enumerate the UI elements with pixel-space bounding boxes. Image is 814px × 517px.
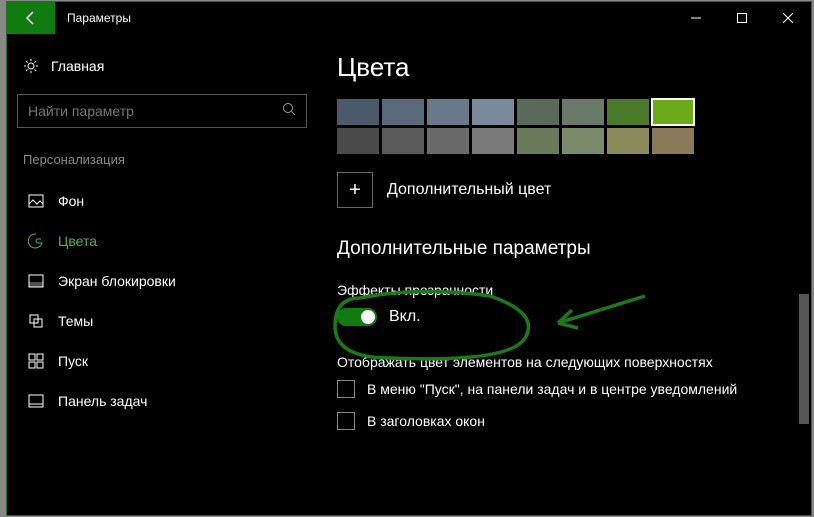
color-swatch-grid (337, 99, 781, 154)
transparency-toggle-row: Вкл. (337, 308, 781, 326)
add-color-label: Дополнительный цвет (387, 181, 551, 199)
search-box[interactable] (17, 94, 307, 128)
color-swatch[interactable] (517, 99, 559, 125)
color-swatch[interactable] (337, 128, 379, 154)
search-icon (282, 102, 296, 121)
nav-label: Панель задач (58, 393, 147, 409)
color-swatch[interactable] (652, 128, 694, 154)
gear-icon (23, 58, 39, 74)
sidebar-item-lockscreen[interactable]: Экран блокировки (17, 261, 307, 301)
picture-icon (28, 193, 44, 209)
color-swatch[interactable] (382, 128, 424, 154)
color-swatch[interactable] (562, 99, 604, 125)
lockscreen-icon (28, 273, 44, 289)
sidebar: Главная Персонализация Фон Цвета Экран б… (7, 34, 317, 515)
close-button[interactable] (765, 2, 811, 34)
minimize-icon (691, 13, 701, 23)
titlebar: Параметры (7, 2, 811, 34)
home-label: Главная (51, 58, 104, 74)
color-swatch[interactable] (562, 128, 604, 154)
themes-icon (28, 313, 44, 329)
scrollbar[interactable] (797, 34, 811, 515)
sidebar-item-start[interactable]: Пуск (17, 341, 307, 381)
color-swatch[interactable] (427, 128, 469, 154)
color-swatch[interactable] (517, 128, 559, 154)
home-link[interactable]: Главная (17, 52, 307, 88)
plus-icon: + (349, 179, 361, 202)
taskbar-icon (28, 393, 44, 409)
color-swatch[interactable] (382, 99, 424, 125)
check-row-start-taskbar: В меню "Пуск", на панели задач и в центр… (337, 380, 781, 398)
scroll-thumb[interactable] (799, 294, 809, 424)
check-label: В заголовках окон (367, 413, 485, 429)
color-swatch[interactable] (472, 128, 514, 154)
checkbox-titlebars[interactable] (337, 412, 355, 430)
check-label: В меню "Пуск", на панели задач и в центр… (367, 381, 737, 397)
nav-label: Фон (58, 193, 84, 209)
add-color-button[interactable]: + (337, 172, 373, 208)
section-label: Персонализация (17, 148, 307, 181)
minimize-button[interactable] (673, 2, 719, 34)
sidebar-item-themes[interactable]: Темы (17, 301, 307, 341)
color-swatch[interactable] (472, 99, 514, 125)
color-swatch[interactable] (652, 99, 694, 125)
close-icon (783, 13, 793, 23)
maximize-button[interactable] (719, 2, 765, 34)
nav-label: Экран блокировки (58, 273, 176, 289)
page-heading: Цвета (337, 52, 781, 83)
show-on-label: Отображать цвет элементов на следующих п… (337, 354, 781, 370)
maximize-icon (737, 13, 747, 23)
arrow-left-icon (23, 10, 39, 26)
start-icon (28, 353, 44, 369)
check-row-titlebars: В заголовках окон (337, 412, 781, 430)
window-controls (673, 2, 811, 34)
nav-label: Цвета (58, 233, 97, 249)
search-input[interactable] (28, 103, 282, 119)
color-swatch[interactable] (427, 99, 469, 125)
transparency-label: Эффекты прозрачности (337, 282, 781, 298)
subheading: Дополнительные параметры (337, 238, 781, 260)
sidebar-item-colors[interactable]: Цвета (17, 221, 307, 261)
back-button[interactable] (7, 2, 55, 34)
palette-icon (28, 233, 44, 249)
content-area: Цвета + Дополнительный цвет Дополнительн… (317, 34, 811, 515)
window-title: Параметры (67, 11, 673, 25)
sidebar-item-background[interactable]: Фон (17, 181, 307, 221)
transparency-toggle[interactable] (337, 308, 377, 326)
color-swatch[interactable] (607, 128, 649, 154)
color-swatch[interactable] (607, 99, 649, 125)
settings-window: Параметры Главная Пе (6, 1, 812, 516)
custom-color-row: + Дополнительный цвет (337, 172, 781, 208)
sidebar-item-taskbar[interactable]: Панель задач (17, 381, 307, 421)
nav-label: Темы (58, 313, 93, 329)
checkbox-start-taskbar[interactable] (337, 380, 355, 398)
toggle-state-label: Вкл. (389, 308, 421, 326)
toggle-thumb (361, 310, 375, 324)
nav-label: Пуск (58, 353, 88, 369)
color-swatch[interactable] (337, 99, 379, 125)
